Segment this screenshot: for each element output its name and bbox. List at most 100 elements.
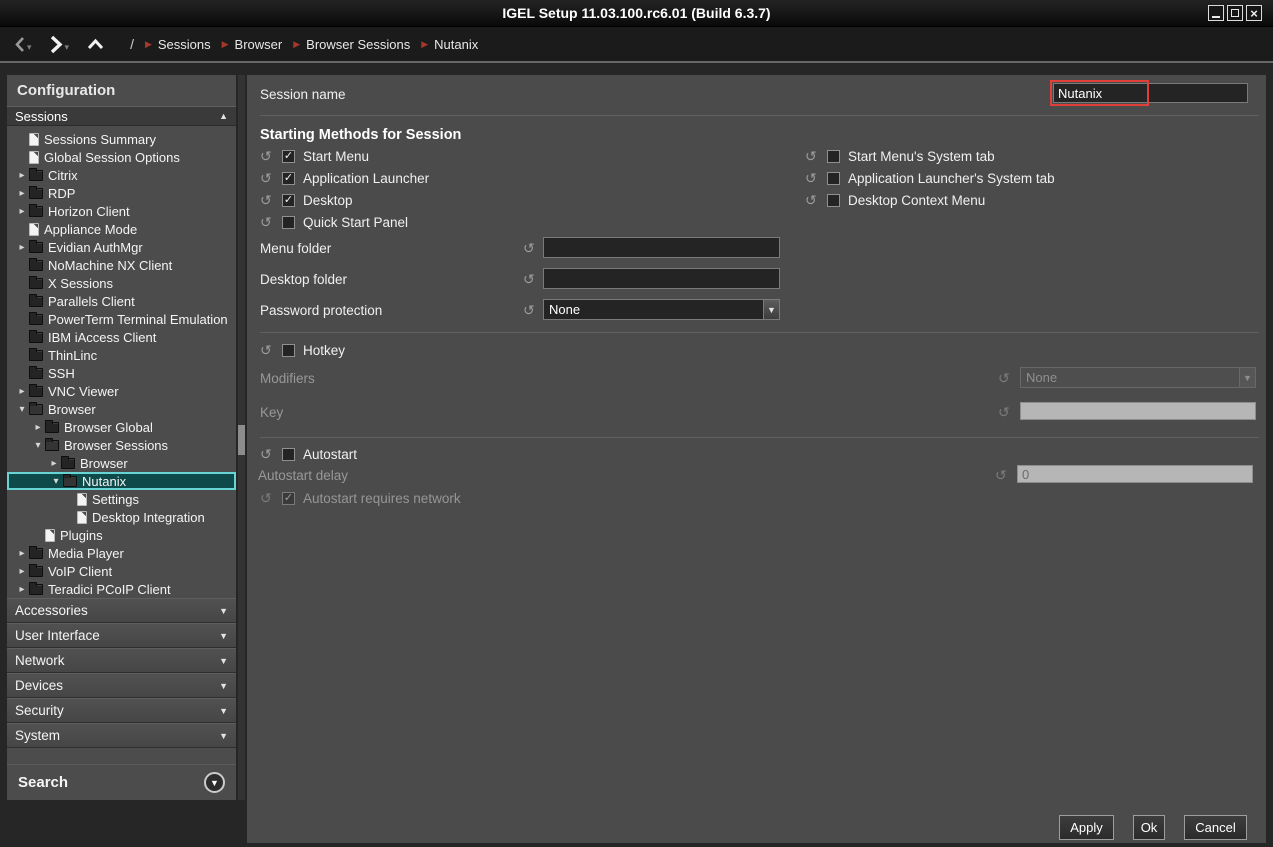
up-button[interactable] [87, 38, 104, 50]
tree-item-plugins[interactable]: Plugins [7, 526, 236, 544]
reset-icon[interactable]: ↺ [260, 342, 275, 359]
window-controls: × [1208, 5, 1262, 21]
tree-item-browser-global[interactable]: ▸Browser Global [7, 418, 236, 436]
tree-item-sessions-summary[interactable]: Sessions Summary [7, 130, 236, 148]
chevron-right-icon [48, 35, 64, 54]
tree-item-browser-sessions[interactable]: ▾Browser Sessions [7, 436, 236, 454]
tree-item-browser[interactable]: ▾Browser [7, 400, 236, 418]
dropdown-arrow-icon[interactable]: ▼ [763, 300, 779, 319]
menu-folder-input[interactable] [543, 237, 780, 258]
reset-icon[interactable]: ↺ [805, 148, 820, 165]
tree-item-nutanix[interactable]: ▾Nutanix [7, 472, 236, 490]
sidebar-section-user-interface[interactable]: User Interface▼ [7, 623, 236, 648]
starting-methods-title: Starting Methods for Session [260, 127, 461, 143]
sidebar-scrollbar[interactable] [238, 75, 245, 800]
tree-item-ssh[interactable]: SSH [7, 364, 236, 382]
ok-button[interactable]: Ok [1133, 815, 1165, 840]
reset-icon[interactable]: ↺ [805, 192, 820, 209]
tree-item-voip-client[interactable]: ▸ VoIP Client [7, 562, 236, 580]
breadcrumb-arrow-icon: ▶ [222, 39, 229, 50]
checkbox-application-launcher[interactable]: ✓ [282, 172, 295, 185]
sidebar-section-accessories[interactable]: Accessories▼ [7, 598, 236, 623]
sidebar-section-system[interactable]: System▼ [7, 723, 236, 748]
chevron-down-icon[interactable]: ▾ [15, 404, 29, 415]
tree-item-media-player[interactable]: ▸Media Player [7, 544, 236, 562]
tree-item-desktop-integration[interactable]: Desktop Integration [7, 508, 236, 526]
breadcrumb-item-nutanix[interactable]: ▶Nutanix [421, 37, 478, 52]
tree-item-rdp[interactable]: ▸RDP [7, 184, 236, 202]
reset-icon[interactable]: ↺ [260, 192, 275, 209]
checkbox-application-launcher-s-system-tab[interactable] [827, 172, 840, 185]
apply-button[interactable]: Apply [1059, 815, 1114, 840]
chevron-right-icon[interactable]: ▸ [15, 206, 29, 217]
sidebar-section-devices[interactable]: Devices▼ [7, 673, 236, 698]
tree-item-global-session-options[interactable]: Global Session Options [7, 148, 236, 166]
tree-item-nomachine-nx-client[interactable]: NoMachine NX Client [7, 256, 236, 274]
desktop-folder-input[interactable] [543, 268, 780, 289]
chevron-right-icon[interactable]: ▸ [15, 386, 29, 397]
tree-item-ibm-iaccess-client[interactable]: IBM iAccess Client [7, 328, 236, 346]
checkbox-start-menu-s-system-tab[interactable] [827, 150, 840, 163]
session-name-input[interactable] [1053, 83, 1248, 103]
tree-item-horizon-client[interactable]: ▸Horizon Client [7, 202, 236, 220]
reset-icon[interactable]: ↺ [260, 446, 275, 463]
reset-icon[interactable]: ↺ [260, 214, 275, 231]
breadcrumb: ▶Sessions ▶Browser ▶Browser Sessions ▶Nutan… [134, 37, 478, 52]
minimize-button[interactable] [1208, 5, 1224, 21]
forward-button[interactable] [48, 35, 64, 54]
back-history-caret-icon[interactable]: ▾ [27, 42, 32, 53]
reset-icon[interactable]: ↺ [805, 170, 820, 187]
tree-item-evidian-authmgr[interactable]: ▸Evidian AuthMgr [7, 238, 236, 256]
checkbox-start-menu[interactable]: ✓ [282, 150, 295, 163]
breadcrumb-item-browser[interactable]: ▶Browser [222, 37, 283, 52]
chevron-right-icon[interactable]: ▸ [31, 422, 45, 433]
chevron-right-icon[interactable]: ▸ [15, 584, 29, 595]
chevron-right-icon[interactable]: ▸ [15, 548, 29, 559]
tree-item-label: VoIP Client [48, 564, 112, 579]
reset-icon[interactable]: ↺ [523, 303, 535, 317]
chevron-down-icon[interactable]: ▾ [49, 476, 63, 487]
close-button[interactable]: × [1246, 5, 1262, 21]
forward-history-caret-icon[interactable]: ▾ [65, 42, 70, 53]
scrollbar-thumb[interactable] [238, 425, 245, 455]
breadcrumb-item-browser-sessions[interactable]: ▶Browser Sessions [293, 37, 410, 52]
tree-item-parallels-client[interactable]: Parallels Client [7, 292, 236, 310]
sidebar-section-security[interactable]: Security▼ [7, 698, 236, 723]
checkbox-quick-start-panel[interactable] [282, 216, 295, 229]
tree-item-appliance-mode[interactable]: Appliance Mode [7, 220, 236, 238]
checkbox-autostart[interactable] [282, 448, 295, 461]
search-expand-button[interactable]: ▼ [204, 772, 225, 793]
checkbox-desktop-context-menu[interactable] [827, 194, 840, 207]
tree-item-vnc-viewer[interactable]: ▸VNC Viewer [7, 382, 236, 400]
checkbox-hotkey[interactable] [282, 344, 295, 357]
reset-icon[interactable]: ↺ [523, 272, 535, 286]
chevron-right-icon[interactable]: ▸ [15, 188, 29, 199]
tree-item-x-sessions[interactable]: X Sessions [7, 274, 236, 292]
back-button[interactable] [13, 36, 26, 53]
tree-item-label: Sessions Summary [44, 132, 156, 147]
tree-item-teradici-pcoip-client[interactable]: ▸Teradici PCoIP Client [7, 580, 236, 598]
breadcrumb-arrow-icon: ▶ [145, 39, 152, 50]
chevron-right-icon[interactable]: ▸ [47, 458, 61, 469]
maximize-button[interactable] [1227, 5, 1243, 21]
tree-item-browser[interactable]: ▸Browser [7, 454, 236, 472]
breadcrumb-item-sessions[interactable]: ▶Sessions [145, 37, 211, 52]
tree-item-label: Settings [92, 492, 139, 507]
tree-item-settings[interactable]: Settings [7, 490, 236, 508]
reset-icon[interactable]: ↺ [260, 170, 275, 187]
chevron-right-icon[interactable]: ▸ [15, 566, 29, 577]
tree-item-powerterm-terminal-emulation[interactable]: PowerTerm Terminal Emulation [7, 310, 236, 328]
sidebar-section-sessions[interactable]: Sessions ▲ [7, 106, 236, 126]
password-protection-select[interactable]: None ▼ [543, 299, 780, 320]
chevron-right-icon[interactable]: ▸ [15, 242, 29, 253]
checkbox-desktop[interactable]: ✓ [282, 194, 295, 207]
reset-icon[interactable]: ↺ [260, 148, 275, 165]
reset-icon[interactable]: ↺ [523, 241, 535, 255]
chevron-right-icon[interactable]: ▸ [15, 170, 29, 181]
cancel-button[interactable]: Cancel [1184, 815, 1247, 840]
tree-item-thinlinc[interactable]: ThinLinc [7, 346, 236, 364]
sidebar-section-network[interactable]: Network▼ [7, 648, 236, 673]
chevron-down-icon[interactable]: ▾ [31, 440, 45, 451]
tree-item-citrix[interactable]: ▸Citrix [7, 166, 236, 184]
checkbox-row-application-launcher-s-system-tab: ↺Application Launcher's System tab [805, 167, 1055, 189]
